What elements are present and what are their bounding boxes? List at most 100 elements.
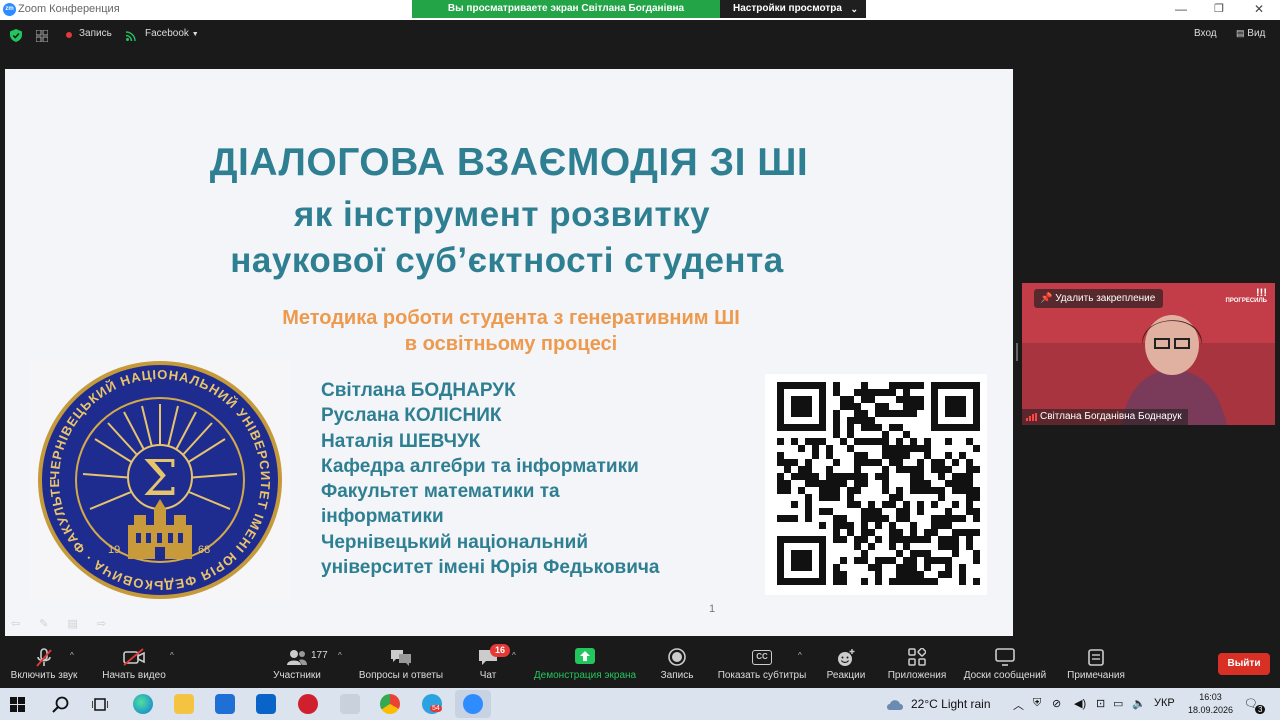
security-shield-icon[interactable] <box>10 29 22 42</box>
record-label: Запись <box>660 670 694 681</box>
chevron-down-icon: ⌄ <box>850 4 858 14</box>
recording-indicator[interactable]: Запись <box>79 28 112 39</box>
title-bar: zm Zoom Конференция Вы просматриваете эк… <box>0 0 1280 32</box>
captions-options-caret[interactable]: ^ <box>798 651 802 660</box>
tray-app-icon[interactable]: ⛨ <box>1033 697 1041 710</box>
qr-code-graphic <box>777 382 980 585</box>
slide-method-line1: Методика роботи студента з генеративним … <box>282 307 740 329</box>
sigma-symbol: Σ <box>142 449 177 507</box>
chrome-browser-icon[interactable] <box>380 694 400 714</box>
chat-unread-badge: 16 <box>490 644 510 657</box>
show-hidden-icons-chevron[interactable]: ︿ <box>1013 697 1024 713</box>
slide-method-line2: в освітньому процесі <box>404 333 618 355</box>
participants-icon <box>287 650 307 665</box>
qa-label: Вопросы и ответы <box>358 670 444 681</box>
participant-name-tag: Світлана Богданівна Боднарук <box>1022 409 1188 425</box>
author-line: Наталія ШЕВЧУК <box>321 430 481 452</box>
window-title: Zoom Конференция <box>18 3 120 15</box>
minimize-icon[interactable]: — <box>1175 2 1187 16</box>
author-list: Світлана БОДНАРУК Руслана КОЛІСНИК Натал… <box>321 378 660 580</box>
task-view-icon[interactable] <box>92 697 108 712</box>
search-icon[interactable] <box>52 696 69 713</box>
view-button[interactable]: ▤ Вид <box>1236 28 1265 39</box>
seal-graphic: ЧЕРНІВЕЦЬКИЙ НАЦІОНАЛЬНИЙ УНІВЕРСИТЕТ ІМ… <box>24 347 282 599</box>
share-screen-label: Демонстрация экрана <box>533 670 637 681</box>
notes-label: Примечания <box>1067 670 1125 681</box>
speaker-icon[interactable]: ◀) <box>1074 697 1086 710</box>
view-options-label: Настройки просмотра <box>733 3 842 14</box>
leave-meeting-button[interactable]: Выйти <box>1218 653 1270 675</box>
chat-label: Чат <box>479 670 497 681</box>
opera-browser-icon[interactable] <box>298 694 318 714</box>
live-stream-facebook-button[interactable]: Facebook ▼ <box>145 28 199 39</box>
reactions-smiley-icon <box>838 649 855 666</box>
slide-subtitle-line2: наукової суб’єктності студента <box>230 241 784 280</box>
university-seal-logo: ЧЕРНІВЕЦЬКИЙ НАЦІОНАЛЬНИЙ УНІВЕРСИТЕТ ІМ… <box>24 347 290 601</box>
participants-count: 177 <box>311 650 328 661</box>
slide-navigation-tools[interactable]: ⇦ ✎ ▤ ⇨ <box>11 617 114 630</box>
weather-widget[interactable]: 22°C Light rain <box>911 697 991 711</box>
caret-down-icon: ▼ <box>191 31 199 38</box>
meeting-controls-bar: Включить звук ^ Начать видео ^ 177 Участ… <box>0 640 1280 688</box>
slide-subtitle-line1: як інструмент розвитку <box>293 195 711 234</box>
vpn-icon[interactable]: ⊡ <box>1096 697 1105 710</box>
slide-title: ДІАЛОГОВА ВЗАЄМОДІЯ ЗІ ШІ <box>209 141 809 184</box>
participants-options-caret[interactable]: ^ <box>338 651 342 660</box>
zoom-taskbar-icon <box>463 694 483 714</box>
speaker-video-tile[interactable]: 📌 Удалить закрепление !!! ПРОГРЕСИЛЬ Сві… <box>1022 283 1275 425</box>
start-video-label: Начать видео <box>102 670 166 681</box>
university-line: Чернівецький національний <box>321 531 589 553</box>
close-icon[interactable]: ✕ <box>1254 2 1264 16</box>
camera-off-icon <box>123 648 145 666</box>
unpin-video-button[interactable]: 📌 Удалить закрепление <box>1034 289 1164 308</box>
department-line: Кафедра алгебри та інформатики <box>321 455 639 477</box>
share-screen-icon <box>575 648 595 664</box>
live-stream-label: Facebook <box>145 28 189 39</box>
channel-logo: !!! ПРОГРЕСИЛЬ <box>1225 287 1267 305</box>
qr-code <box>765 374 987 595</box>
battery-icon[interactable]: ▭ <box>1113 697 1123 710</box>
faculty-line: інформатики <box>321 506 444 528</box>
network-disabled-icon[interactable]: ⊘ <box>1052 697 1061 710</box>
audio-options-caret[interactable]: ^ <box>70 651 74 660</box>
windows-start-icon[interactable] <box>10 697 25 712</box>
zoom-window: zm Zoom Конференция Вы просматриваете эк… <box>0 0 1280 720</box>
seal-year-right: 68 <box>198 544 210 556</box>
view-label: Вид <box>1247 28 1266 39</box>
volume-icon[interactable]: 🔈 <box>1132 697 1146 710</box>
closed-captions-icon: CC <box>752 650 772 665</box>
notifications-count: 3 <box>1255 705 1266 714</box>
apps-icon <box>908 648 926 666</box>
view-layout-icon: ▤ <box>1236 28 1245 38</box>
file-explorer-icon[interactable] <box>174 694 194 714</box>
panel-resize-handle[interactable] <box>1016 343 1018 361</box>
outlook-mail-icon[interactable] <box>256 694 276 714</box>
gallery-grid-icon[interactable] <box>36 30 48 42</box>
notes-icon <box>1088 649 1104 666</box>
microsoft-store-icon[interactable] <box>215 694 235 714</box>
language-indicator[interactable]: УКР <box>1154 697 1175 709</box>
weather-cloud-icon <box>887 700 903 710</box>
system-clock[interactable]: 16:03 18.09.2026 <box>1188 691 1233 717</box>
captions-label: Показать субтитры <box>717 670 807 681</box>
edge-browser-icon[interactable] <box>133 694 153 714</box>
record-icon <box>668 648 686 666</box>
recording-dot-icon <box>66 32 72 38</box>
audio-level-icon <box>1026 413 1037 421</box>
video-options-caret[interactable]: ^ <box>170 651 174 660</box>
faculty-line: Факультет математики та <box>321 481 560 503</box>
sign-in-button[interactable]: Вход <box>1194 28 1217 39</box>
pen-tool-app-icon[interactable] <box>340 694 360 714</box>
clock-date: 18.09.2026 <box>1188 705 1234 715</box>
viewing-share-message: Вы просматриваете экран Світлана Богдані… <box>412 0 720 32</box>
telegram-unread-badge: 54 <box>430 705 442 712</box>
chat-options-caret[interactable]: ^ <box>512 651 516 660</box>
author-line: Руслана КОЛІСНИК <box>321 405 502 427</box>
reactions-label: Реакции <box>826 670 866 681</box>
view-options-button[interactable]: Настройки просмотра ⌄ <box>720 0 866 18</box>
windows-taskbar: 54 22°C Light rain ︿ ⛨ ⊘ ◀) ⊡ ▭ 🔈 УКР 16… <box>0 688 1280 720</box>
channel-logo-text: ПРОГРЕСИЛЬ <box>1225 298 1267 304</box>
unpin-label: Удалить закрепление <box>1055 293 1156 304</box>
apps-label: Приложения <box>887 670 947 681</box>
restore-icon[interactable]: ❐ <box>1214 2 1224 15</box>
